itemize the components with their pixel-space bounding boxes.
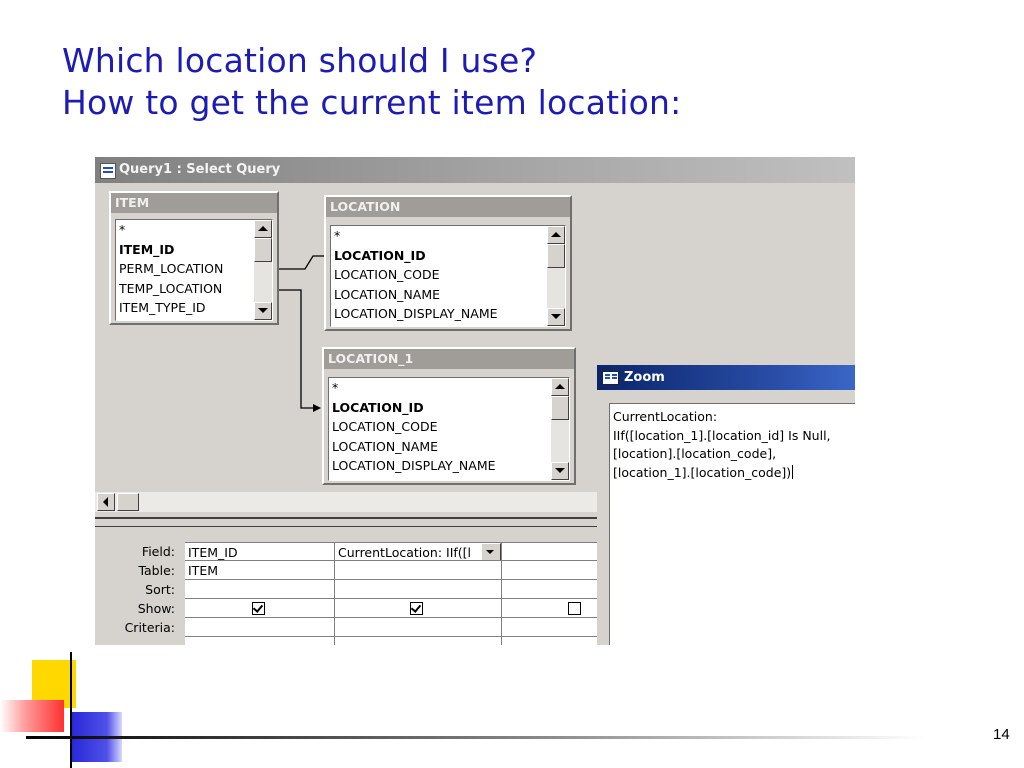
deco-vertical-line bbox=[70, 652, 72, 768]
grid-cell-show-1 bbox=[185, 599, 335, 618]
table-location-1[interactable]: LOCATION_1 * LOCATION_ID LOCATION_CODE L… bbox=[322, 347, 576, 485]
scroll-up-icon[interactable] bbox=[547, 226, 565, 244]
scroll-up-icon[interactable] bbox=[551, 378, 569, 396]
field-item[interactable]: LOCATION_NAME bbox=[329, 437, 569, 457]
scroll-thumb[interactable] bbox=[117, 493, 139, 511]
field-item[interactable]: LOCATION_CODE bbox=[329, 417, 569, 437]
field-item[interactable]: LOCATION_CODE bbox=[331, 265, 565, 285]
grid-label-table: Table: bbox=[138, 563, 175, 578]
table-item[interactable]: ITEM * ITEM_ID PERM_LOCATION TEMP_LOCATI… bbox=[109, 191, 279, 325]
chevron-down-icon[interactable] bbox=[481, 543, 501, 560]
show-checkbox-3[interactable] bbox=[568, 602, 581, 615]
grid-cell-sort-1[interactable] bbox=[185, 580, 335, 599]
field-item[interactable]: TEMP_LOCATION bbox=[116, 279, 272, 299]
field-item[interactable]: LOCATION_DISPLAY_NAME bbox=[329, 456, 569, 476]
join-line-item-location bbox=[277, 255, 325, 270]
grid-cell-sort-3[interactable] bbox=[502, 580, 602, 599]
grid-cell-field-3[interactable] bbox=[502, 542, 602, 561]
expression-line: [location_1].[location_code]) bbox=[613, 464, 855, 483]
table-location-1-fields: * LOCATION_ID LOCATION_CODE LOCATION_NAM… bbox=[328, 377, 570, 481]
vertical-scrollbar[interactable] bbox=[551, 378, 569, 480]
field-item[interactable]: ITEM_TYPE_ID bbox=[116, 298, 272, 318]
table-location-fields: * LOCATION_ID LOCATION_CODE LOCATION_NAM… bbox=[330, 225, 566, 327]
zoom-expression-textbox[interactable]: CurrentLocation: IIf([location_1].[locat… bbox=[609, 403, 855, 645]
page-number: 14 bbox=[993, 726, 1010, 743]
deco-red-block bbox=[0, 700, 64, 732]
show-checkbox-1[interactable] bbox=[252, 602, 265, 615]
table-location-header[interactable]: LOCATION bbox=[326, 197, 570, 217]
expression-line: CurrentLocation: bbox=[613, 409, 718, 424]
slide-title: Which location should I use? How to get … bbox=[62, 40, 681, 124]
zoom-dialog: Zoom CurrentLocation: IIf([location_1].[… bbox=[597, 365, 855, 645]
grid-cell-extra-2[interactable] bbox=[335, 637, 502, 645]
grid-cell-table-1[interactable]: ITEM bbox=[185, 561, 335, 580]
grid-cell-field-2[interactable]: CurrentLocation: IIf([l bbox=[335, 542, 502, 561]
grid-cell-criteria-1[interactable] bbox=[185, 618, 335, 637]
grid-cell-field-2-text: CurrentLocation: IIf([l bbox=[338, 545, 472, 560]
query-window: Query1 : Select Query ITEM * ITEM_ID PER… bbox=[95, 157, 855, 645]
scroll-down-icon[interactable] bbox=[547, 308, 565, 326]
grid-cell-table-3[interactable] bbox=[502, 561, 602, 580]
table-location-1-header[interactable]: LOCATION_1 bbox=[324, 349, 574, 369]
scroll-up-icon[interactable] bbox=[254, 220, 272, 238]
grid-label-field: Field: bbox=[141, 544, 175, 559]
field-item[interactable]: LOCATION_NAME bbox=[331, 285, 565, 305]
scroll-down-icon[interactable] bbox=[254, 302, 272, 320]
grid-label-show: Show: bbox=[137, 601, 175, 616]
field-item[interactable]: LOCATION_ID bbox=[331, 246, 565, 266]
slide-title-line-2: How to get the current item location: bbox=[62, 83, 682, 122]
field-item[interactable]: * bbox=[329, 378, 569, 398]
grid-cell-show-3 bbox=[502, 599, 602, 618]
table-item-fields: * ITEM_ID PERM_LOCATION TEMP_LOCATION IT… bbox=[115, 219, 273, 321]
join-line-item-location-1 bbox=[277, 289, 313, 409]
grid-cell-extra-3[interactable] bbox=[502, 637, 602, 645]
grid-cell-table-2[interactable] bbox=[335, 561, 502, 580]
grid-cell-show-2 bbox=[335, 599, 502, 618]
zoom-icon bbox=[602, 371, 619, 385]
field-item[interactable]: * bbox=[116, 220, 272, 240]
scroll-down-icon[interactable] bbox=[551, 462, 569, 480]
table-location[interactable]: LOCATION * LOCATION_ID LOCATION_CODE LOC… bbox=[324, 195, 572, 331]
vertical-scrollbar[interactable] bbox=[547, 226, 565, 326]
grid-cell-criteria-2[interactable] bbox=[335, 618, 502, 637]
scroll-left-icon[interactable] bbox=[97, 493, 115, 511]
field-item[interactable]: PERM_LOCATION bbox=[116, 259, 272, 279]
scroll-thumb[interactable] bbox=[254, 238, 272, 262]
grid-cell-criteria-3[interactable] bbox=[502, 618, 602, 637]
field-item[interactable]: ITEM_ID bbox=[116, 240, 272, 260]
expression-line: [location].[location_code], bbox=[613, 446, 777, 461]
expression-line: IIf([location_1].[location_id] Is Null, bbox=[613, 427, 831, 443]
table-item-header[interactable]: ITEM bbox=[111, 193, 277, 213]
grid-cell-sort-2[interactable] bbox=[335, 580, 502, 599]
deco-horizontal-line bbox=[26, 736, 926, 739]
scroll-thumb[interactable] bbox=[547, 244, 565, 268]
field-item[interactable]: LOCATION_DISPLAY_NAME bbox=[331, 304, 565, 324]
vertical-scrollbar[interactable] bbox=[254, 220, 272, 320]
zoom-title: Zoom bbox=[624, 370, 665, 385]
slide-title-line-1: Which location should I use? bbox=[62, 41, 538, 80]
grid-label-sort: Sort: bbox=[145, 582, 175, 597]
expression-line-text: [location_1].[location_code]) bbox=[613, 464, 792, 480]
join-arrow bbox=[313, 404, 321, 412]
field-item[interactable]: LOCATION_ID bbox=[329, 398, 569, 418]
zoom-title-bar[interactable]: Zoom bbox=[597, 365, 855, 390]
grid-cell-field-1[interactable]: ITEM_ID bbox=[185, 542, 335, 561]
grid-cell-extra-1[interactable] bbox=[185, 637, 335, 645]
scroll-thumb[interactable] bbox=[551, 396, 569, 420]
show-checkbox-2[interactable] bbox=[410, 602, 423, 615]
grid-label-criteria: Criteria: bbox=[124, 620, 175, 635]
field-item[interactable]: * bbox=[331, 226, 565, 246]
text-cursor bbox=[792, 464, 794, 479]
